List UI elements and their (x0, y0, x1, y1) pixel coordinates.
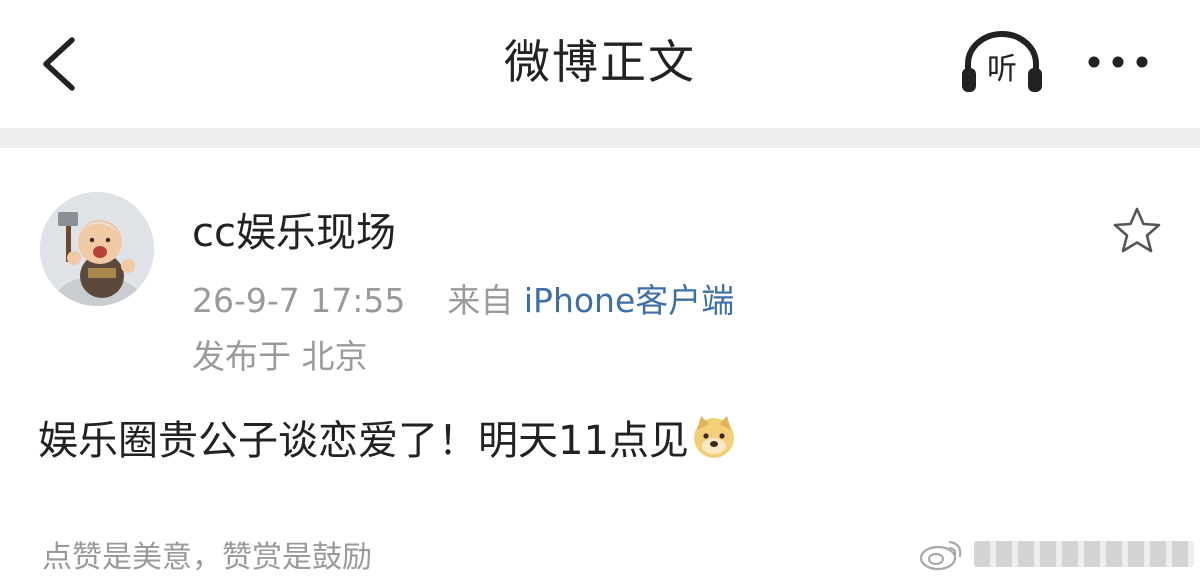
back-button[interactable] (36, 34, 84, 94)
source-prefix: 来自 (447, 281, 514, 320)
reward-text: 点赞是美意，赞赏是鼓励 (42, 540, 372, 575)
post-text: 娱乐圈贵公子谈恋爱了！明天11点见 (38, 418, 689, 464)
post-meta: 26-9-7 17:55 来自 iPhone客户端 (192, 274, 734, 322)
doge-emoji (693, 416, 734, 458)
more-dots-icon (1088, 56, 1148, 68)
weibo-logo-icon (919, 540, 962, 571)
top-bar: 微博正文 听 (0, 0, 1200, 128)
post-location: 发布于 北京 (192, 337, 368, 376)
watermark (918, 536, 1194, 572)
favorite-button[interactable] (1110, 204, 1164, 258)
listen-button[interactable]: 听 (958, 30, 1046, 96)
post-timestamp: 26-9-7 17:55 (192, 281, 406, 320)
avatar-image (40, 192, 154, 306)
source-app-link[interactable]: iPhone客户端 (524, 281, 734, 320)
post-body: 娱乐圈贵公子谈恋爱了！明天11点见 (38, 408, 737, 466)
username[interactable]: cc娱乐现场 (192, 200, 396, 258)
more-button[interactable] (1080, 44, 1156, 80)
watermark-handle-blurred (974, 541, 1194, 567)
chevron-left-icon (43, 37, 75, 91)
listen-label: 听 (987, 52, 1017, 87)
avatar[interactable] (40, 192, 154, 306)
header-divider (0, 128, 1200, 148)
star-outline-icon (1113, 207, 1161, 253)
